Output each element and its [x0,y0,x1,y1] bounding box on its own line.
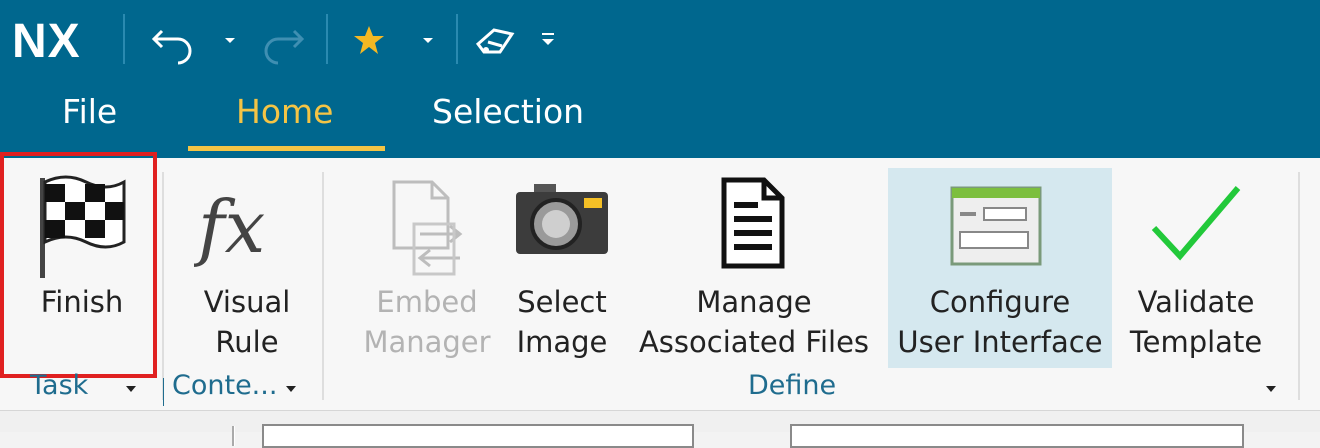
manage-associated-files-label: Manage Associated Files [638,285,870,359]
eraser-icon [475,28,515,54]
tab-file[interactable]: File [62,92,117,131]
chevron-down-icon [286,386,296,392]
select-image-label: Select Image [516,285,608,359]
select-image-button[interactable]: Select Image [502,160,622,370]
redo-icon [264,29,305,65]
embed-manager-button[interactable]: Embed Manager [358,160,496,370]
undo-icon [151,29,192,65]
nx-logo: NX [12,15,81,68]
group-label-separator [163,378,164,406]
chevron-down-icon [423,38,433,43]
tab-selection[interactable]: Selection [432,92,584,131]
chevron-down-icon [126,386,136,392]
selection-dropdown[interactable] [790,424,1244,448]
title-bar: NX File Home Selection [0,0,1320,158]
camera-icon [516,184,608,254]
customize-quick-access[interactable] [538,12,558,68]
embed-manager-label: Embed Manager [363,285,491,359]
define-group-dropdown[interactable] [1264,380,1278,399]
group-divider [1298,172,1300,400]
manage-associated-files-button[interactable]: Manage Associated Files [630,160,878,370]
tool-button[interactable] [472,12,522,68]
group-label-task: Task [30,370,89,401]
visual-rule-button[interactable]: fx Visual Rule [172,160,322,370]
fx-icon: fx [194,185,265,268]
tab-home[interactable]: Home [236,92,333,131]
chevron-down-icon [1266,386,1276,392]
visual-rule-label: Visual Rule [203,285,291,359]
configure-user-interface-label: Configure User Interface [897,285,1103,359]
separator [326,14,328,64]
svg-text:fx: fx [194,185,265,268]
validate-template-button[interactable]: Validate Template [1118,160,1274,370]
separator [123,14,125,64]
task-group-dropdown[interactable] [124,380,138,399]
favorites-button[interactable] [352,12,386,68]
group-divider [162,172,164,400]
strip-divider [232,426,235,446]
group-label-define: Define [748,370,837,401]
checkmark-icon [1151,186,1241,261]
group-divider [322,172,324,400]
window-form-icon [950,186,1042,266]
active-tab-indicator [188,146,385,151]
favorites-dropdown[interactable] [420,12,436,68]
highlight-box [0,152,157,378]
embed-document-icon [392,180,463,276]
configure-user-interface-button[interactable]: Configure User Interface [888,160,1112,370]
document-icon [721,177,785,269]
undo-dropdown[interactable] [222,12,238,68]
overflow-icon [542,33,554,45]
validate-template-label: Validate Template [1129,285,1263,359]
group-label-content: Conte... [172,370,278,401]
redo-button[interactable] [258,12,308,68]
separator [456,14,458,64]
undo-button[interactable] [148,12,198,68]
content-group-dropdown[interactable] [284,380,298,399]
filter-dropdown[interactable] [262,424,694,448]
chevron-down-icon [225,38,235,43]
star-icon [354,26,384,54]
